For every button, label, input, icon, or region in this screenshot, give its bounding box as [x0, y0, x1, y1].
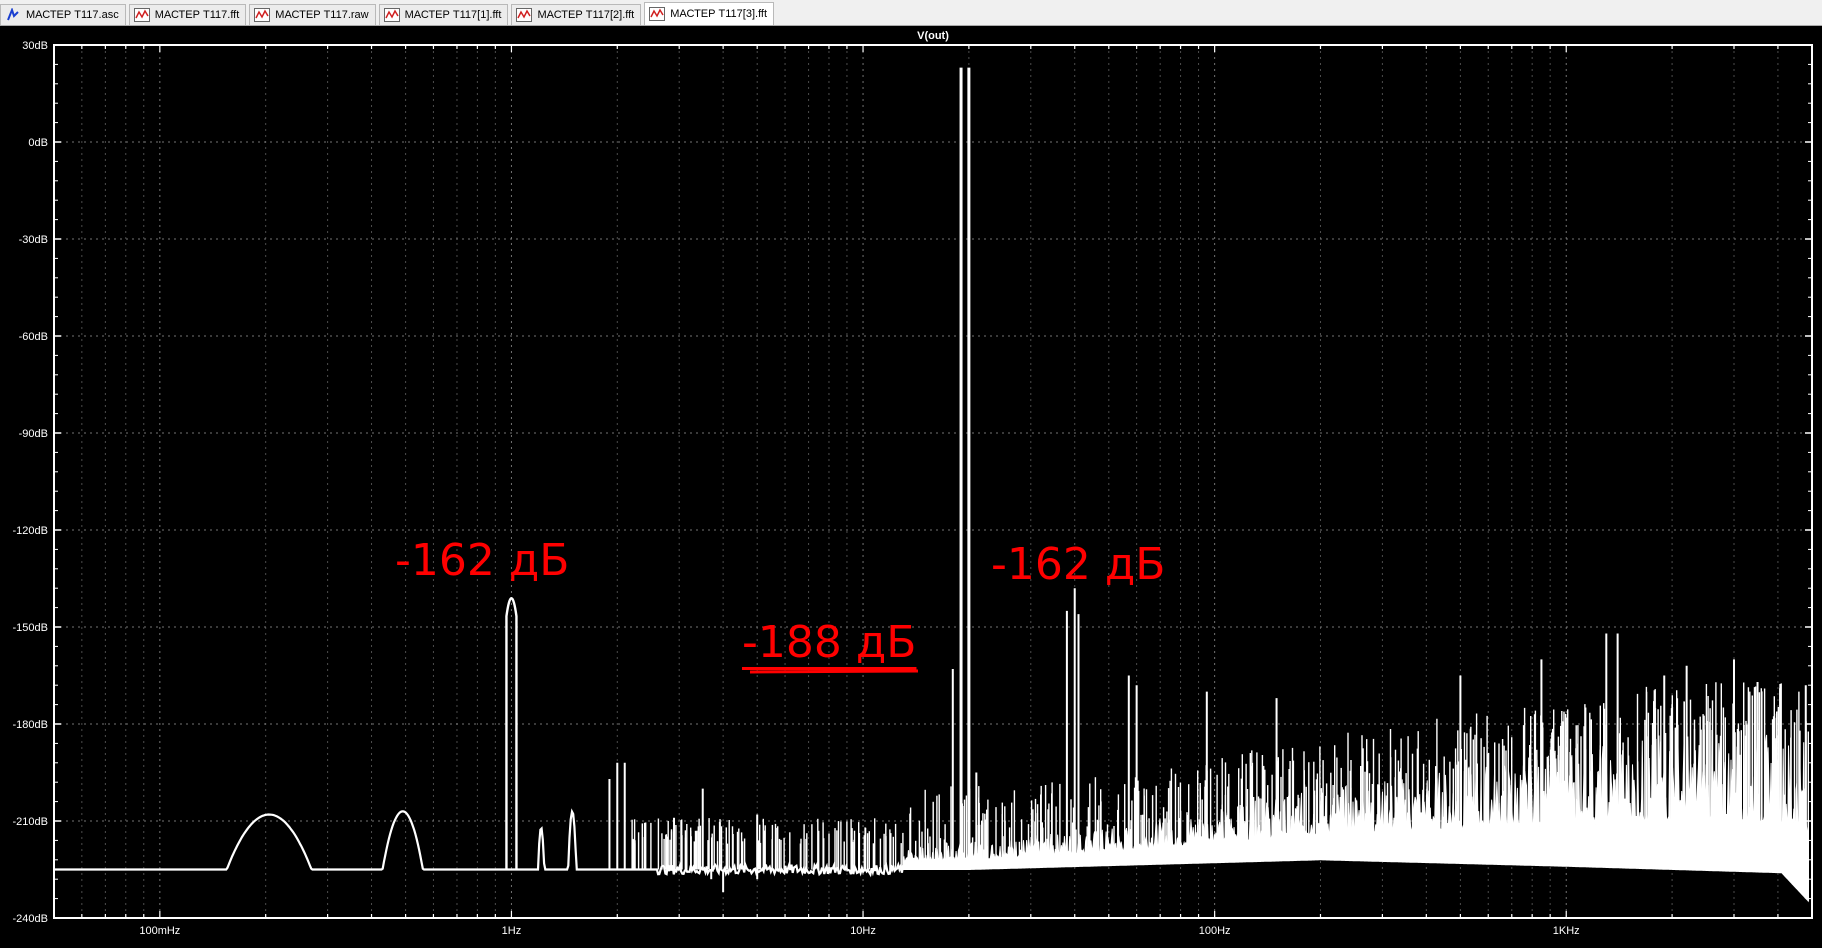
waveform-icon	[649, 7, 666, 21]
tab-schematic[interactable]: МАСТЕР Т117.asc	[0, 4, 126, 25]
tab-label: МАСТЕР Т117[1].fft	[404, 9, 502, 21]
tab-raw[interactable]: МАСТЕР Т117.raw	[249, 4, 376, 25]
tab-label: МАСТЕР Т117.asc	[26, 9, 119, 21]
x-tick-label: 1KHz	[1553, 925, 1580, 937]
waveform-icon	[254, 8, 271, 22]
tab-fft[interactable]: МАСТЕР Т117.fft	[128, 4, 247, 25]
annotation-noise-floor: -188 дБ	[742, 617, 917, 668]
annotation-harmonic-low: -162 дБ	[395, 535, 570, 586]
waveform-plot-pane[interactable]: 30dB 0dB -30dB -60dB -90dB -120dB -150dB -180dB…	[0, 26, 1822, 948]
waveform-icon	[383, 8, 400, 22]
annotation-harmonic-high: -162 дБ	[991, 539, 1166, 590]
y-tick-label: 30dB	[22, 40, 48, 52]
y-tick-label: -150dB	[13, 622, 48, 634]
y-tick-label: -60dB	[19, 331, 48, 343]
tab-fft-1[interactable]: МАСТЕР Т117[1].fft	[378, 4, 509, 25]
y-tick-label: 0dB	[28, 137, 48, 149]
tab-bar: МАСТЕР Т117.asc МАСТЕР Т117.fft МАСТЕР Т…	[0, 0, 1822, 26]
y-tick-label: -180dB	[13, 719, 48, 731]
x-tick-label: 100Hz	[1199, 925, 1231, 937]
tab-label: МАСТЕР Т117[2].fft	[537, 9, 635, 21]
waveform-icon	[133, 8, 150, 22]
tab-label: МАСТЕР Т117.fft	[154, 9, 240, 21]
tab-label: МАСТЕР Т117.raw	[275, 9, 369, 21]
tab-label: МАСТЕР Т117[3].fft	[670, 8, 768, 20]
waveform-icon	[516, 8, 533, 22]
y-tick-label: -120dB	[13, 525, 48, 537]
x-tick-label: 100mHz	[139, 925, 180, 937]
y-tick-label: -210dB	[13, 816, 48, 828]
schematic-icon	[7, 8, 19, 21]
trace-title: V(out)	[917, 30, 949, 42]
y-tick-label: -240dB	[13, 913, 48, 925]
annotation-underline	[749, 669, 919, 674]
peak-marker	[505, 597, 518, 870]
x-tick-label: 1Hz	[502, 925, 522, 937]
y-tick-label: -90dB	[19, 428, 48, 440]
y-tick-label: -30dB	[19, 234, 48, 246]
fft-plot[interactable]: 30dB 0dB -30dB -60dB -90dB -120dB -150dB -180dB…	[0, 26, 1822, 948]
x-tick-label: 10Hz	[850, 925, 876, 937]
tab-fft-3[interactable]: МАСТЕР Т117[3].fft	[644, 2, 775, 25]
tab-fft-2[interactable]: МАСТЕР Т117[2].fft	[511, 4, 642, 25]
